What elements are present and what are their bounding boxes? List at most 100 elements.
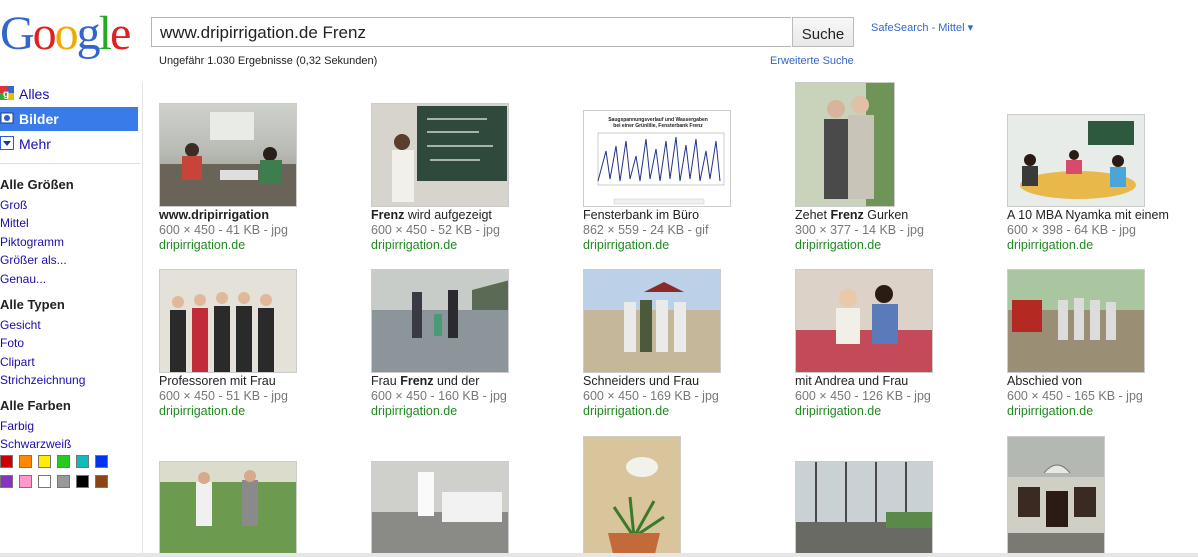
nav-item-bilder[interactable]: Bilder	[0, 107, 138, 131]
result-meta: 600 × 450 - 160 KB - jpg	[371, 389, 507, 403]
search-button[interactable]: Suche	[792, 17, 854, 47]
color-swatch[interactable]	[38, 455, 51, 468]
result-thumbnail[interactable]: Saugspannungsverlauf und Wassergaben bei…	[583, 110, 731, 207]
logo-letter: l	[98, 7, 112, 60]
men-talking-photo	[796, 83, 894, 206]
result-caption[interactable]: Frenz wird aufgezeigt	[371, 208, 492, 222]
advanced-search-link[interactable]: Erweiterte Suche	[770, 55, 854, 67]
caption-text: Fensterbank im Büro	[583, 208, 700, 222]
chevron-down-icon	[0, 136, 14, 150]
result-thumbnail[interactable]	[583, 269, 721, 373]
result-domain[interactable]: dripirrigation.de	[795, 238, 881, 252]
result-caption[interactable]: mit Andrea und Frau	[795, 374, 908, 388]
result-thumbnail[interactable]	[795, 461, 933, 557]
color-swatch[interactable]	[19, 475, 32, 488]
filter-link[interactable]: Clipart	[0, 353, 85, 372]
result-caption[interactable]: Schneiders und Frau	[583, 374, 699, 388]
search-input[interactable]: www.dripirrigation.de Frenz	[151, 17, 791, 47]
chart-thumbnail: Saugspannungsverlauf und Wassergaben bei…	[597, 117, 725, 205]
result-caption[interactable]: Fensterbank im Büro	[583, 208, 699, 222]
logo-letter: o	[54, 7, 79, 60]
nav-label: Bilder	[19, 111, 59, 127]
sidebar-border	[142, 82, 143, 557]
color-swatch[interactable]	[0, 455, 13, 468]
color-swatch[interactable]	[57, 475, 70, 488]
result-thumbnail[interactable]	[1007, 269, 1145, 373]
filter-link[interactable]: Schwarzweiß	[0, 435, 71, 454]
filter-link[interactable]: Mittel	[0, 214, 74, 233]
filter-link[interactable]: Groß	[0, 196, 74, 215]
logo-letter: o	[32, 7, 57, 60]
result-thumbnail[interactable]	[795, 82, 895, 207]
indoor-couple-photo	[796, 270, 932, 372]
color-swatch[interactable]	[19, 455, 32, 468]
plant-pot-photo	[584, 437, 680, 556]
result-caption[interactable]: Zehet Frenz Gurken	[795, 208, 908, 222]
result-domain[interactable]: dripirrigation.de	[795, 404, 881, 418]
color-swatch[interactable]	[0, 475, 13, 488]
chart-thumb-title: bei einer Grünlilie, Fensterbank Frenz	[613, 123, 703, 129]
caption-text: Gurken	[863, 208, 909, 222]
result-meta: 600 × 450 - 51 KB - jpg	[159, 389, 288, 403]
svg-text:g: g	[3, 89, 9, 100]
color-swatch[interactable]	[76, 455, 89, 468]
result-domain[interactable]: dripirrigation.de	[1007, 404, 1093, 418]
caption-text: Frau	[371, 374, 401, 388]
logo-letter: G	[0, 7, 35, 60]
color-swatch[interactable]	[76, 475, 89, 488]
result-thumbnail[interactable]	[371, 269, 509, 373]
color-swatch[interactable]	[95, 455, 108, 468]
results-count: Ungefähr 1.030 Ergebnisse (0,32 Sekunden…	[159, 55, 378, 67]
lab-photo	[372, 462, 508, 556]
result-meta: 600 × 450 - 52 KB - jpg	[371, 223, 500, 237]
result-caption[interactable]: Abschied von	[1007, 374, 1082, 388]
result-thumbnail[interactable]	[583, 436, 681, 557]
result-domain[interactable]: dripirrigation.de	[583, 238, 669, 252]
caption-bold: Frenz	[400, 374, 434, 388]
filter-link[interactable]: Genau...	[0, 270, 74, 289]
safesearch-link[interactable]: SafeSearch - Mittel ▾	[871, 21, 973, 34]
result-domain[interactable]: dripirrigation.de	[159, 238, 245, 252]
filter-link[interactable]: Farbig	[0, 417, 71, 436]
nav-label: Alles	[19, 86, 50, 102]
filter-title: Alle Farben	[0, 398, 71, 413]
filter-title: Alle Größen	[0, 177, 74, 192]
result-thumbnail[interactable]	[1007, 436, 1105, 557]
result-domain[interactable]: dripirrigation.de	[159, 404, 245, 418]
result-thumbnail[interactable]	[371, 103, 509, 207]
result-caption[interactable]: A 10 MBA Nyamka mit einem	[1007, 208, 1169, 222]
result-domain[interactable]: dripirrigation.de	[1007, 238, 1093, 252]
greenhouse-photo	[796, 462, 932, 556]
filter-type: Alle Typen Gesicht Foto Clipart Strichze…	[0, 296, 85, 390]
result-thumbnail[interactable]	[159, 103, 297, 207]
nav-item-alles[interactable]: g Alles	[0, 82, 140, 106]
horizontal-scrollbar[interactable]	[0, 553, 1198, 557]
color-swatch[interactable]	[57, 455, 70, 468]
result-caption[interactable]: Professoren mit Frau	[159, 374, 276, 388]
google-logo[interactable]: Google	[0, 6, 132, 62]
color-swatch[interactable]	[95, 475, 108, 488]
filter-link[interactable]: Foto	[0, 334, 85, 353]
result-caption[interactable]: www.dripirrigation	[159, 208, 269, 222]
result-domain[interactable]: dripirrigation.de	[583, 404, 669, 418]
result-meta: 600 × 450 - 169 KB - jpg	[583, 389, 719, 403]
result-domain[interactable]: dripirrigation.de	[371, 238, 457, 252]
filter-link[interactable]: Piktogramm	[0, 233, 74, 252]
filter-title: Alle Typen	[0, 297, 65, 312]
result-thumbnail[interactable]	[795, 269, 933, 373]
filter-link[interactable]: Gesicht	[0, 316, 85, 335]
classroom-photo	[160, 112, 296, 206]
nav-item-mehr[interactable]: Mehr	[0, 132, 140, 156]
filter-link[interactable]: Größer als...	[0, 251, 74, 270]
result-thumbnail[interactable]	[159, 269, 297, 373]
caption-bold: Frenz	[830, 208, 864, 222]
caption-text: Abschied von	[1007, 374, 1083, 388]
result-domain[interactable]: dripirrigation.de	[371, 404, 457, 418]
result-thumbnail[interactable]	[159, 461, 297, 557]
result-caption[interactable]: Frau Frenz und der	[371, 374, 479, 388]
result-thumbnail[interactable]	[1007, 114, 1145, 207]
result-thumbnail[interactable]	[371, 461, 509, 557]
color-swatch[interactable]	[38, 475, 51, 488]
outdoor-group-photo	[584, 270, 720, 372]
filter-link[interactable]: Strichzeichnung	[0, 371, 85, 390]
